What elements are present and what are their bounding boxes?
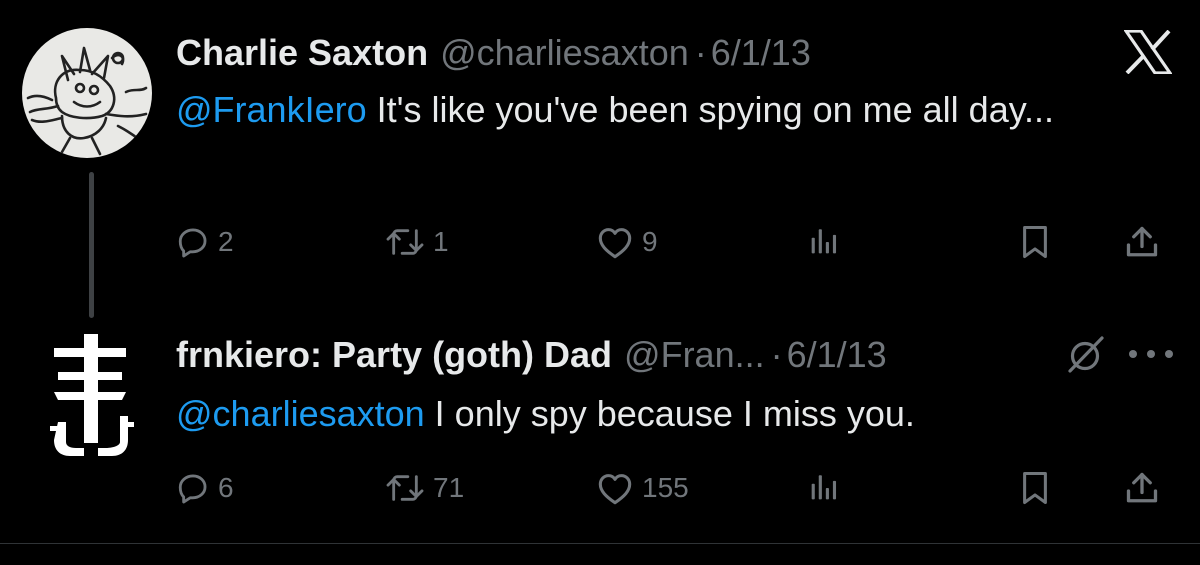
like-icon xyxy=(598,228,632,259)
mention-link[interactable]: @charliesaxton xyxy=(176,393,425,434)
tweet-text-body: It's like you've been spying on me all d… xyxy=(366,89,1055,130)
display-name[interactable]: Charlie Saxton xyxy=(176,28,428,78)
tweet-date[interactable]: 6/1/13 xyxy=(787,330,887,380)
display-name[interactable]: frnkiero: Party (goth) Dad xyxy=(176,330,612,380)
share-button[interactable] xyxy=(1124,468,1160,508)
reply-icon xyxy=(178,228,207,258)
repost-icon xyxy=(386,475,424,501)
bookmark-icon xyxy=(1023,471,1047,505)
like-icon xyxy=(598,474,632,505)
repost-count: 71 xyxy=(433,472,465,503)
repost-button[interactable]: 71 xyxy=(385,468,464,508)
like-button[interactable]: 155 xyxy=(596,468,689,508)
frankiero-logo-icon[interactable] xyxy=(40,330,140,460)
reply-button[interactable]: 6 xyxy=(176,468,234,508)
tweet-date[interactable]: 6/1/13 xyxy=(711,28,811,78)
x-logo-icon[interactable] xyxy=(1124,30,1172,74)
repost-count: 1 xyxy=(433,226,449,257)
views-icon xyxy=(811,229,837,254)
avatar[interactable] xyxy=(22,28,152,158)
share-button[interactable] xyxy=(1124,222,1160,262)
share-icon xyxy=(1126,472,1158,503)
tweet-header: frnkiero: Party (goth) Dad @Fran... · 6/… xyxy=(176,330,887,380)
views-button[interactable] xyxy=(806,468,840,508)
bookmark-button[interactable] xyxy=(1018,468,1052,508)
tweet-header: Charlie Saxton @charliesaxton · 6/1/13 xyxy=(176,28,811,78)
share-icon xyxy=(1126,226,1158,257)
like-count: 155 xyxy=(642,472,689,503)
reply-icon xyxy=(178,474,207,504)
views-icon xyxy=(811,475,837,500)
bookmark-button[interactable] xyxy=(1018,222,1052,262)
separator-dot: · xyxy=(770,334,783,375)
bookmark-icon xyxy=(1023,225,1047,259)
tweet-text: @FrankIero It's like you've been spying … xyxy=(176,86,1136,134)
more-dots-icon[interactable] xyxy=(1128,348,1174,360)
reply-button[interactable]: 2 xyxy=(176,222,234,262)
views-button[interactable] xyxy=(806,222,840,262)
tweet-frnkiero[interactable]: frnkiero: Party (goth) Dad @Fran... · 6/… xyxy=(0,300,1200,543)
repost-icon xyxy=(386,229,424,255)
divider xyxy=(0,543,1200,544)
reply-count: 6 xyxy=(218,472,234,503)
handle[interactable]: @Fran... xyxy=(624,330,765,380)
tweet-text: @charliesaxton I only spy because I miss… xyxy=(176,390,1136,438)
tweet-text-body: I only spy because I miss you. xyxy=(424,393,915,434)
handle[interactable]: @charliesaxton xyxy=(440,28,689,78)
mention-link[interactable]: @FrankIero xyxy=(176,89,367,130)
tweet-charlie-saxton[interactable]: Charlie Saxton @charliesaxton · 6/1/13 @… xyxy=(0,0,1200,318)
grok-icon[interactable] xyxy=(1064,334,1106,376)
like-button[interactable]: 9 xyxy=(596,222,658,262)
action-bar: 6 71 155 xyxy=(0,468,1200,508)
repost-button[interactable]: 1 xyxy=(385,222,449,262)
reply-count: 2 xyxy=(218,226,234,257)
separator-dot: · xyxy=(694,32,707,73)
action-bar: 2 1 9 xyxy=(0,222,1200,262)
like-count: 9 xyxy=(642,226,658,257)
sketch-avatar-icon xyxy=(26,46,148,156)
